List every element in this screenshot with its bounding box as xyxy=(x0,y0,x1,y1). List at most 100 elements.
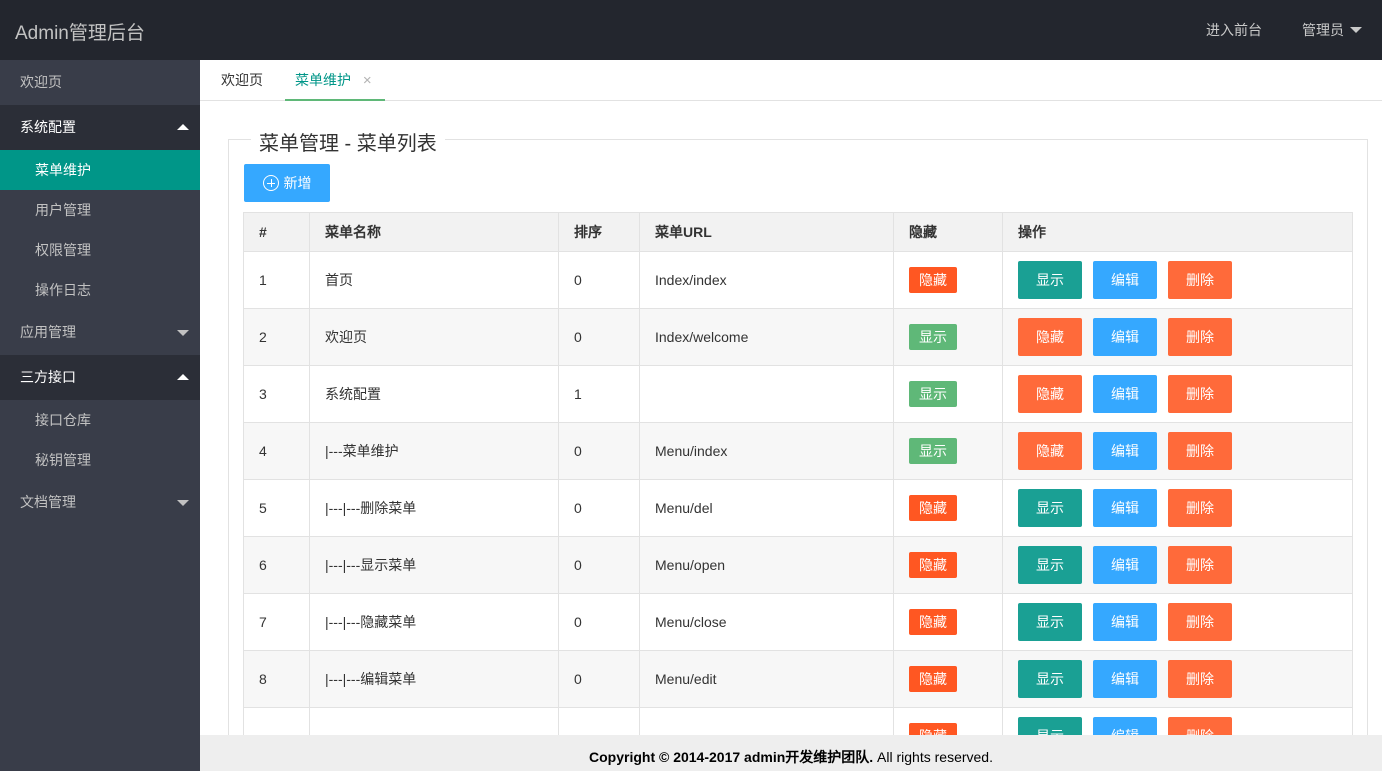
edit-button[interactable]: 编辑 xyxy=(1093,717,1157,735)
sidebar-item-user-management[interactable]: 用户管理 xyxy=(0,190,200,230)
table-row: 5 |---|---删除菜单 0 Menu/del 隐藏 显示 编辑 删除 xyxy=(243,479,1353,537)
hidden-status-badge[interactable]: 隐藏 xyxy=(909,723,957,735)
cell-actions: 显示编辑删除 xyxy=(1002,536,1353,594)
sidebar-group-doc-management[interactable]: 文档管理 xyxy=(0,480,200,525)
cell-sort: 0 xyxy=(558,479,640,537)
edit-button[interactable]: 编辑 xyxy=(1093,432,1157,470)
cell-hidden-status: 隐藏 xyxy=(893,479,1003,537)
cell-actions: 显示编辑删除 xyxy=(1002,707,1353,735)
show-button[interactable]: 显示 xyxy=(1018,489,1082,527)
cell-sort: 0 xyxy=(558,422,640,480)
delete-button[interactable]: 删除 xyxy=(1168,375,1232,413)
edit-button[interactable]: 编辑 xyxy=(1093,546,1157,584)
cell-name: |---|---编辑菜单 xyxy=(309,650,559,708)
cell-sort: 1 xyxy=(558,365,640,423)
show-button[interactable]: 显示 xyxy=(1018,261,1082,299)
delete-button[interactable]: 删除 xyxy=(1168,717,1232,735)
sidebar-item-api-repository[interactable]: 接口仓库 xyxy=(0,400,200,440)
edit-button[interactable]: 编辑 xyxy=(1093,603,1157,641)
cell-name: 欢迎页 xyxy=(309,308,559,366)
cell-id: 3 xyxy=(243,365,310,423)
hide-button[interactable]: 隐藏 xyxy=(1018,375,1082,413)
hidden-status-badge[interactable]: 隐藏 xyxy=(909,552,957,578)
enter-frontend-link[interactable]: 进入前台 xyxy=(1186,20,1282,40)
cell-hidden-status: 显示 xyxy=(893,365,1003,423)
delete-button[interactable]: 删除 xyxy=(1168,546,1232,584)
cell-hidden-status: 显示 xyxy=(893,308,1003,366)
shown-status-badge[interactable]: 显示 xyxy=(909,438,957,464)
main-content: 菜单管理 - 菜单列表 新增 # 菜单名称 排序 菜单URL 隐藏 操作 1 首页… xyxy=(200,101,1382,735)
cell-id xyxy=(243,707,310,735)
cell-actions: 隐藏 编辑 删除 xyxy=(1002,365,1353,423)
hide-button[interactable]: 隐藏 xyxy=(1018,318,1082,356)
caret-up-icon xyxy=(177,374,189,380)
cell-hidden-status: 隐藏 xyxy=(893,707,1003,735)
show-button[interactable]: 显示 xyxy=(1018,660,1082,698)
plus-circle-icon xyxy=(262,175,279,191)
cell-url: Menu/index xyxy=(639,422,894,480)
cell-actions: 显示编辑删除 xyxy=(1002,251,1353,309)
sidebar-group-app-management[interactable]: 应用管理 xyxy=(0,310,200,355)
cell-name: |---|---显示菜单 xyxy=(309,536,559,594)
cell-actions: 隐藏 编辑 删除 xyxy=(1002,308,1353,366)
hidden-status-badge[interactable]: 隐藏 xyxy=(909,495,957,521)
hidden-status-badge[interactable]: 隐藏 xyxy=(909,666,957,692)
cell-id: 4 xyxy=(243,422,310,480)
table-header-row: # 菜单名称 排序 菜单URL 隐藏 操作 xyxy=(243,212,1353,252)
delete-button[interactable]: 删除 xyxy=(1168,432,1232,470)
sidebar-item-key-management[interactable]: 秘钥管理 xyxy=(0,440,200,480)
col-header-actions: 操作 xyxy=(1002,212,1353,252)
sidebar-group-label: 三方接口 xyxy=(20,369,76,385)
sidebar-item-label: 欢迎页 xyxy=(20,74,62,90)
cell-id: 7 xyxy=(243,593,310,651)
shown-status-badge[interactable]: 显示 xyxy=(909,324,957,350)
hidden-status-badge[interactable]: 隐藏 xyxy=(909,609,957,635)
sidebar-item-operation-log[interactable]: 操作日志 xyxy=(0,270,200,310)
table-row: 2 欢迎页 0 Index/welcome 显示 隐藏 编辑 删除 xyxy=(243,308,1353,366)
hide-button[interactable]: 隐藏 xyxy=(1018,432,1082,470)
app-logo-title: Admin管理后台 xyxy=(15,23,145,44)
delete-button[interactable]: 删除 xyxy=(1168,489,1232,527)
delete-button[interactable]: 删除 xyxy=(1168,660,1232,698)
enter-frontend-label: 进入前台 xyxy=(1206,22,1262,38)
cell-url: Menu/close xyxy=(639,593,894,651)
add-button[interactable]: 新增 xyxy=(244,164,330,202)
sidebar-group-label: 文档管理 xyxy=(20,494,76,510)
sidebar-item-welcome[interactable]: 欢迎页 xyxy=(0,60,200,105)
col-header-sort: 排序 xyxy=(558,212,640,252)
tab-welcome[interactable]: 欢迎页 xyxy=(221,60,263,100)
top-header: Admin管理后台 进入前台 管理员 xyxy=(0,0,1382,60)
cell-url: Menu/open xyxy=(639,536,894,594)
delete-button[interactable]: 删除 xyxy=(1168,261,1232,299)
sidebar-group-third-party-api[interactable]: 三方接口 xyxy=(0,355,200,400)
edit-button[interactable]: 编辑 xyxy=(1093,375,1157,413)
edit-button[interactable]: 编辑 xyxy=(1093,318,1157,356)
tab-menu-maintenance[interactable]: 菜单维护 × xyxy=(285,60,385,101)
cell-actions: 显示编辑删除 xyxy=(1002,593,1353,651)
tab-label: 欢迎页 xyxy=(221,72,263,88)
shown-status-badge[interactable]: 显示 xyxy=(909,381,957,407)
edit-button[interactable]: 编辑 xyxy=(1093,261,1157,299)
menu-table: # 菜单名称 排序 菜单URL 隐藏 操作 1 首页 0 Index/index 隐藏显… xyxy=(243,212,1353,735)
edit-button[interactable]: 编辑 xyxy=(1093,660,1157,698)
cell-id: 2 xyxy=(243,308,310,366)
hidden-status-badge[interactable]: 隐藏 xyxy=(909,267,957,293)
col-header-name: 菜单名称 xyxy=(309,212,559,252)
caret-down-icon xyxy=(1350,27,1362,33)
cell-sort: 0 xyxy=(558,251,640,309)
close-icon[interactable]: × xyxy=(363,72,372,89)
footer: Copyright © 2014-2017 admin开发维护团队. All r… xyxy=(200,735,1382,771)
show-button[interactable]: 显示 xyxy=(1018,717,1082,735)
delete-button[interactable]: 删除 xyxy=(1168,318,1232,356)
show-button[interactable]: 显示 xyxy=(1018,546,1082,584)
show-button[interactable]: 显示 xyxy=(1018,603,1082,641)
footer-rights: All rights reserved. xyxy=(873,749,993,765)
admin-user-menu[interactable]: 管理员 xyxy=(1282,20,1382,40)
sidebar-group-system-config[interactable]: 系统配置 xyxy=(0,105,200,150)
cell-id: 8 xyxy=(243,650,310,708)
sidebar-item-menu-maintenance[interactable]: 菜单维护 xyxy=(0,150,200,190)
cell-hidden-status: 隐藏 xyxy=(893,536,1003,594)
edit-button[interactable]: 编辑 xyxy=(1093,489,1157,527)
delete-button[interactable]: 删除 xyxy=(1168,603,1232,641)
sidebar-item-permission-management[interactable]: 权限管理 xyxy=(0,230,200,270)
